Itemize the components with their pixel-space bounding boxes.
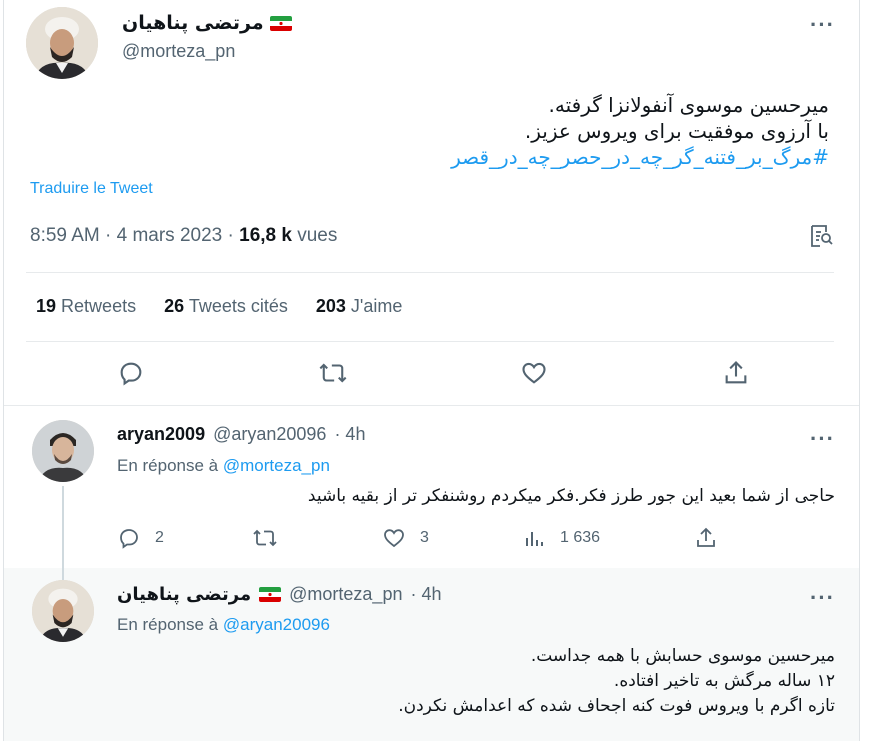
author-display-name[interactable]: مرتضی پناهیان	[122, 12, 264, 34]
in-reply-handle-link[interactable]: @aryan20096	[223, 615, 330, 634]
meta-separator: ·	[105, 225, 112, 246]
reply-header: aryan2009 @aryan20096 · 4h	[117, 424, 365, 445]
retweets-count: 19	[36, 296, 57, 316]
tweet-date[interactable]: 4 mars 2023	[117, 225, 223, 246]
iran-flag-icon	[259, 587, 282, 602]
retweet-button[interactable]	[318, 359, 348, 387]
tweet-text: میرحسین موسوی آنفولانزا گرفته. با آرزوی …	[129, 92, 829, 170]
more-options-icon[interactable]: ···	[810, 428, 835, 450]
tweet-text-line: میرحسین موسوی آنفولانزا گرفته.	[548, 93, 829, 117]
reply-text-line: تازه اگرم با ویروس فوت کنه اجحاف شده که …	[398, 696, 835, 716]
tweet-time[interactable]: 8:59 AM	[30, 225, 100, 246]
divider	[4, 405, 859, 406]
reply-icon	[120, 529, 138, 549]
heart-icon	[384, 529, 404, 548]
share-icon	[697, 527, 715, 547]
in-reply-to: En réponse à @morteza_pn	[117, 456, 330, 476]
author-handle[interactable]: @morteza_pn	[122, 41, 235, 62]
reply-display-name[interactable]: مرتضی پناهیان	[117, 584, 251, 605]
retweet-button[interactable]	[252, 526, 278, 550]
quotes-count: 26	[164, 296, 185, 316]
reply-handle[interactable]: @morteza_pn	[289, 584, 402, 605]
reply-header: مرتضی پناهیان @morteza_pn · 4h	[117, 584, 442, 605]
reply-handle[interactable]: @aryan20096	[213, 424, 326, 445]
reply-author-avatar[interactable]	[32, 580, 94, 642]
likes-label: J'aime	[350, 296, 403, 316]
likes-stat[interactable]: 203 J'aime	[316, 296, 403, 317]
analytics-icon[interactable]	[806, 222, 834, 255]
views-count: 1 636	[560, 529, 601, 546]
retweets-stat[interactable]: 19 Retweets	[36, 296, 136, 317]
tweet-meta: 8:59 AM · 4 mars 2023 · 16,8 k vues	[30, 225, 337, 247]
reply-text-line: میرحسین موسوی حسابش با همه جداست.	[530, 646, 835, 666]
retweet-icon	[253, 529, 277, 547]
quotes-stat[interactable]: 26 Tweets cités	[164, 296, 288, 317]
likes-count: 203	[315, 296, 346, 316]
views-chart-icon	[526, 532, 543, 546]
retweets-label: Retweets	[61, 296, 137, 316]
reply-text: حاجی از شما بعید این جور طرز فکر.فکر میک…	[307, 486, 835, 506]
views-label: vues	[297, 225, 338, 246]
in-reply-to: En réponse à @aryan20096	[117, 615, 330, 635]
author-avatar[interactable]	[26, 7, 98, 79]
thread-line	[62, 486, 64, 568]
reply-text: میرحسین موسوی حسابش با همه جداست. ۱۲ سال…	[135, 644, 835, 719]
more-options-icon[interactable]: ···	[810, 587, 835, 609]
hashtag-link[interactable]: #مرگ_بر_فتنه_گر_چه_در_حصر_چه_در_قصر	[129, 144, 829, 170]
reply-author-avatar[interactable]	[32, 420, 94, 482]
reply-count: 2	[155, 529, 164, 546]
in-reply-label: En réponse à	[117, 615, 219, 634]
like-count: 3	[420, 529, 429, 546]
thread-line	[62, 568, 64, 580]
in-reply-label: En réponse à	[117, 456, 219, 475]
tweet-text-line: با آرزوی موفقیت برای ویروس عزیز.	[524, 119, 829, 143]
divider	[26, 341, 834, 342]
reply-button[interactable]: 2	[117, 526, 164, 550]
share-icon	[725, 361, 747, 384]
views-count: 16,8 k	[239, 225, 292, 246]
retweet-icon	[319, 363, 347, 383]
heart-icon	[522, 362, 546, 384]
reply-icon	[120, 362, 142, 386]
translate-tweet-link[interactable]: Traduire le Tweet	[30, 180, 153, 198]
tweet-thread: مرتضی پناهیان @morteza_pn ··· میرحسین مو…	[3, 0, 860, 741]
reply-text-line: ۱۲ ساله مرگش به تاخیر افتاده.	[613, 671, 835, 691]
reply-time[interactable]: · 4h	[334, 424, 365, 445]
reply-display-name[interactable]: aryan2009	[117, 424, 205, 445]
reply-button[interactable]	[117, 359, 145, 387]
divider	[26, 272, 834, 273]
like-button[interactable]	[520, 359, 548, 387]
tweet-stats: 19 Retweets 26 Tweets cités 203 J'aime	[36, 296, 402, 317]
reply-time[interactable]: · 4h	[410, 584, 441, 605]
share-button[interactable]	[694, 526, 718, 550]
iran-flag-icon	[269, 15, 292, 31]
author-name-line[interactable]: مرتضی پناهیان	[122, 12, 292, 34]
like-button[interactable]: 3	[382, 526, 429, 550]
more-options-icon[interactable]: ···	[810, 14, 835, 36]
views-button[interactable]: 1 636	[522, 526, 600, 550]
share-button[interactable]	[722, 359, 750, 387]
meta-separator: ·	[227, 225, 234, 246]
quotes-label: Tweets cités	[188, 296, 288, 316]
in-reply-handle-link[interactable]: @morteza_pn	[223, 456, 330, 475]
